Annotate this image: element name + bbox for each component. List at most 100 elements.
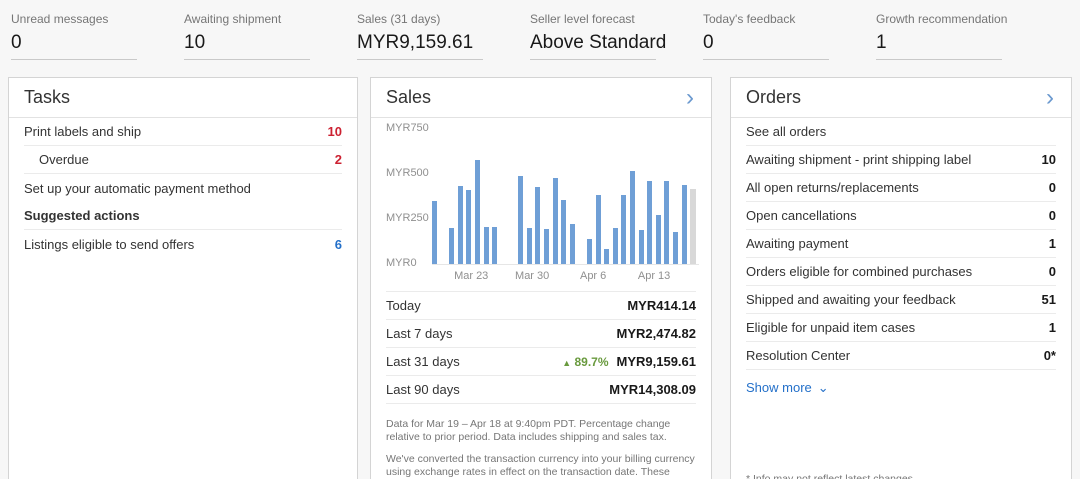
order-row[interactable]: Awaiting shipment - print shipping label… (746, 146, 1056, 174)
chart-bar-slot (544, 128, 553, 264)
chevron-right-icon[interactable]: › (684, 89, 696, 107)
order-row[interactable]: Orders eligible for combined purchases0 (746, 258, 1056, 286)
chart-bar[interactable] (664, 181, 669, 264)
summary-stat[interactable]: Sales (31 days)MYR9,159.61 (357, 12, 530, 60)
chart-bar[interactable] (673, 232, 678, 264)
chart-bar[interactable] (561, 200, 566, 264)
order-row-count: 10 (1042, 152, 1056, 167)
chart-bar[interactable] (492, 227, 497, 264)
tasks-panel-title: Tasks (24, 87, 70, 108)
chart-bar-slot (535, 128, 544, 264)
summary-stat[interactable]: Awaiting shipment10 (184, 12, 357, 60)
sales-summary-amount: MYR14,308.09 (609, 382, 696, 397)
summary-stat[interactable]: Growth recommendation1 (876, 12, 1049, 60)
chart-bar[interactable] (639, 230, 644, 264)
chart-bar-slot (630, 128, 639, 264)
order-row[interactable]: Shipped and awaiting your feedback51 (746, 286, 1056, 314)
order-row[interactable]: Resolution Center0* (746, 342, 1056, 370)
order-row[interactable]: Eligible for unpaid item cases 1 (746, 314, 1056, 342)
chart-bar[interactable] (621, 195, 626, 264)
sales-summary-amount: MYR2,474.82 (617, 326, 697, 341)
sales-summary-amount: MYR9,159.61 (617, 354, 697, 369)
chart-bar[interactable] (570, 224, 575, 264)
task-row[interactable]: Set up your automatic payment method (24, 174, 342, 202)
chart-bar[interactable] (682, 185, 687, 264)
sales-summary-row[interactable]: Last 7 daysMYR2,474.82 (386, 320, 696, 348)
order-row-count: 51 (1042, 292, 1056, 307)
task-row-label: Overdue (24, 150, 89, 169)
chart-bar[interactable] (656, 215, 661, 264)
chart-bar[interactable] (587, 239, 592, 264)
sales-summary-right: MYR414.14 (627, 298, 696, 313)
chart-bar[interactable] (535, 187, 540, 264)
x-tick-label: Apr 13 (638, 270, 670, 282)
order-row[interactable]: Open cancellations0 (746, 202, 1056, 230)
chart-bar-slot (621, 128, 630, 264)
order-row-label: Awaiting payment (746, 234, 848, 253)
stat-label: Growth recommendation (876, 12, 1049, 26)
stat-value: MYR9,159.61 (357, 32, 483, 60)
chart-bar-slot (458, 128, 467, 264)
seller-hub-overview: Unread messages0Awaiting shipment10Sales… (0, 0, 1080, 479)
order-row[interactable]: Awaiting payment 1 (746, 230, 1056, 258)
task-row[interactable]: Print labels and ship10 (24, 118, 342, 146)
order-row[interactable]: All open returns/replacements0 (746, 174, 1056, 202)
show-more-link[interactable]: Show more⌄ (731, 370, 1071, 406)
task-row-label: Listings eligible to send offers (24, 235, 194, 254)
chart-bar[interactable] (647, 181, 652, 264)
chart-bar-slot (596, 128, 605, 264)
stat-value: 0 (703, 32, 829, 60)
tasks-panel-header: Tasks (9, 78, 357, 118)
up-triangle-icon: ▲ (562, 358, 571, 368)
orders-panel-title: Orders (746, 87, 801, 108)
task-row[interactable]: Overdue2 (24, 146, 342, 174)
chart-bar[interactable] (596, 195, 601, 264)
sales-summary-row[interactable]: TodayMYR414.14 (386, 292, 696, 320)
chart-bar-slot (484, 128, 493, 264)
chart-bar[interactable] (613, 228, 618, 264)
order-row-count: 1 (1049, 320, 1056, 335)
chart-bar[interactable] (604, 249, 609, 264)
chart-bar[interactable] (553, 178, 558, 264)
sales-panel: Sales › MYR750MYR500MYR250MYR0 Mar 23Mar… (370, 77, 712, 479)
chart-bar[interactable] (466, 190, 471, 264)
order-row[interactable]: See all orders (746, 118, 1056, 146)
sales-summary-row[interactable]: Last 90 daysMYR14,308.09 (386, 376, 696, 404)
percent-change: ▲ 89.7% (562, 355, 608, 369)
order-row-label: Resolution Center (746, 346, 850, 365)
chart-bar[interactable] (484, 227, 489, 264)
task-row[interactable]: Suggested actions (24, 202, 342, 230)
summary-stat[interactable]: Unread messages0 (11, 12, 184, 60)
summary-stat[interactable]: Today's feedback0 (703, 12, 876, 60)
chart-bar[interactable] (432, 201, 437, 264)
order-row-label: All open returns/replacements (746, 178, 919, 197)
chart-bar[interactable] (690, 189, 696, 264)
order-row-label: Eligible for unpaid item cases (746, 318, 915, 337)
chart-bar[interactable] (518, 176, 523, 264)
chart-bar-slot (673, 128, 682, 264)
chart-bar-slot (492, 128, 501, 264)
y-tick-label: MYR250 (386, 212, 429, 224)
chart-bar[interactable] (458, 186, 463, 264)
chart-bar-slot (509, 128, 518, 264)
chart-bar[interactable] (449, 228, 454, 264)
chevron-right-icon[interactable]: › (1044, 89, 1056, 107)
chart-bar-slot (604, 128, 613, 264)
order-row-count: 0 (1049, 208, 1056, 223)
chart-bar[interactable] (475, 160, 480, 264)
chart-y-axis: MYR750MYR500MYR250MYR0 (386, 128, 432, 265)
chevron-down-icon: ⌄ (818, 380, 829, 395)
order-row-count: 1 (1049, 236, 1056, 251)
x-tick-label: Mar 23 (454, 270, 488, 282)
order-row-label: Awaiting shipment - print shipping label (746, 150, 971, 169)
task-row[interactable]: Listings eligible to send offers6 (24, 230, 342, 258)
chart-bar[interactable] (630, 171, 635, 264)
summary-stat[interactable]: Seller level forecastAbove Standard (530, 12, 703, 60)
chart-bar[interactable] (527, 228, 532, 264)
y-tick-label: MYR500 (386, 167, 429, 179)
sales-summary-row[interactable]: Last 31 days▲ 89.7%MYR9,159.61 (386, 348, 696, 376)
sales-summary-amount: MYR414.14 (627, 298, 696, 313)
chart-bar[interactable] (544, 229, 549, 264)
sales-summary-right: ▲ 89.7% MYR9,159.61 (562, 354, 696, 369)
sales-summary-right: MYR2,474.82 (617, 326, 697, 341)
